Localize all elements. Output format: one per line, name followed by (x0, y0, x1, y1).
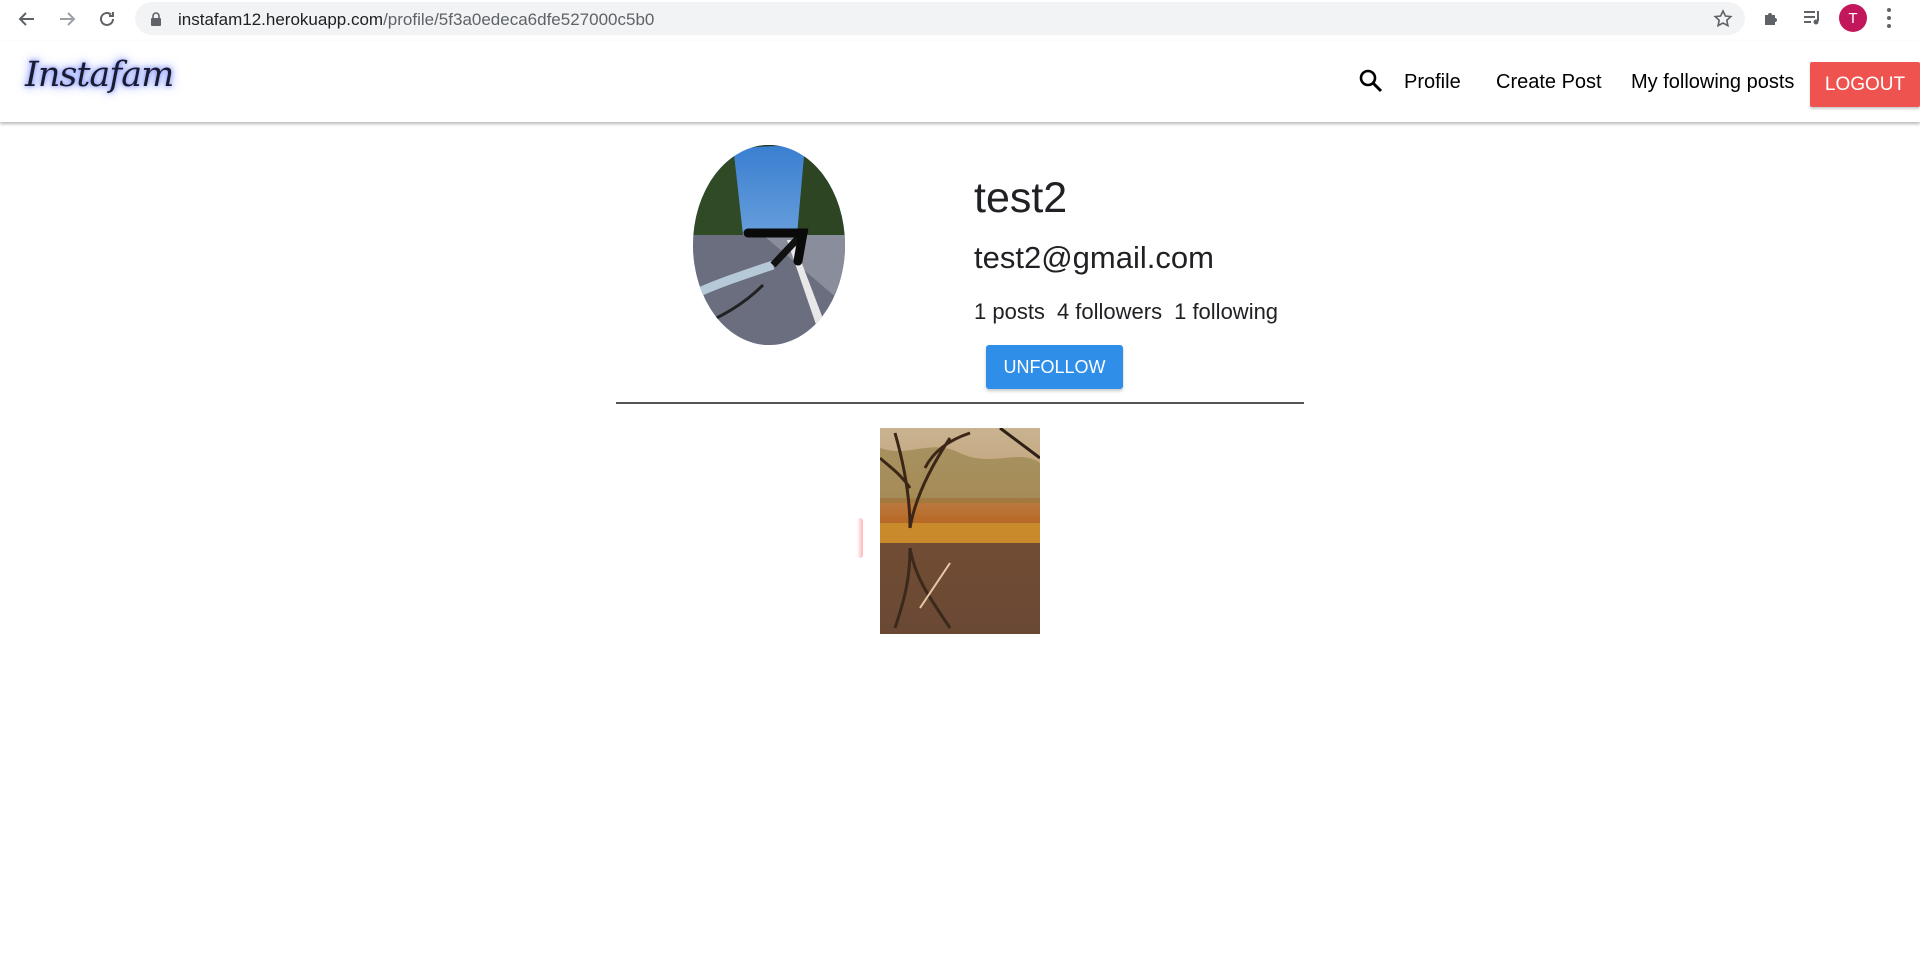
profile-stats: 1 posts 4 followers 1 following (974, 299, 1290, 325)
logout-button[interactable]: LOGOUT (1810, 62, 1920, 107)
nav-link-following-posts[interactable]: My following posts (1631, 71, 1794, 94)
back-icon[interactable] (14, 6, 40, 32)
following-count: 1 following (1174, 299, 1279, 324)
profile-email: test2@gmail.com (974, 240, 1214, 275)
decorative-glow (857, 518, 863, 558)
url-host: instafam12.herokuapp.com (178, 10, 384, 29)
browser-menu-icon[interactable] (1885, 8, 1893, 28)
profile-avatar-image (693, 145, 845, 345)
app-navbar: Instafam Profile Create Post My followin… (0, 41, 1920, 122)
extensions-puzzle-icon[interactable] (1761, 7, 1783, 34)
address-bar[interactable]: instafam12.herokuapp.com/profile/5f3a0ed… (135, 2, 1745, 35)
nav-link-profile[interactable]: Profile (1404, 71, 1461, 94)
url-path: /profile/5f3a0edeca6dfe527000c5b0 (383, 10, 655, 29)
posts-count: 1 posts (974, 299, 1045, 324)
brand-logo[interactable]: Instafam (25, 55, 174, 95)
reload-icon[interactable] (94, 6, 120, 32)
media-queue-icon[interactable] (1801, 7, 1823, 34)
browser-toolbar: instafam12.herokuapp.com/profile/5f3a0ed… (0, 0, 1920, 37)
forward-icon[interactable] (54, 6, 80, 32)
gallery-post-image[interactable] (880, 428, 1040, 634)
followers-count: 4 followers (1056, 299, 1163, 324)
lock-icon (150, 12, 162, 31)
profile-divider (616, 402, 1304, 404)
profile-username: test2 (974, 174, 1068, 222)
search-icon[interactable] (1358, 68, 1384, 94)
unfollow-button[interactable]: UNFOLLOW (986, 345, 1123, 389)
browser-profile-avatar[interactable]: T (1839, 4, 1867, 32)
bookmark-star-icon[interactable] (1713, 9, 1733, 34)
nav-link-create-post[interactable]: Create Post (1496, 71, 1602, 94)
url-text: instafam12.herokuapp.com/profile/5f3a0ed… (178, 10, 654, 30)
